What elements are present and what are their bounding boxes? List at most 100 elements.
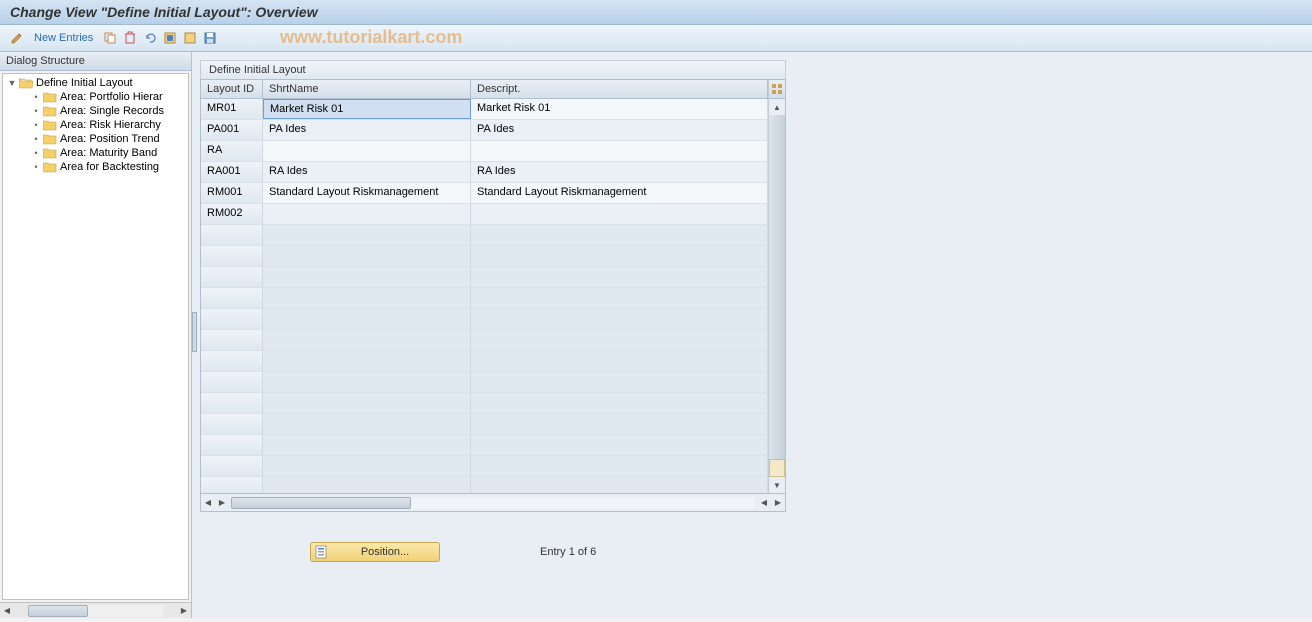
cell-short-name[interactable]: PA Ides <box>263 120 471 140</box>
tree-child-label: Area: Position Trend <box>60 133 160 145</box>
page-title: Change View "Define Initial Layout": Ove… <box>10 4 318 20</box>
title-bar: Change View "Define Initial Layout": Ove… <box>0 0 1312 25</box>
tree-root-node[interactable]: ▼ Define Initial Layout <box>3 76 188 90</box>
cell-short-name[interactable]: Standard Layout Riskmanagement <box>263 183 471 203</box>
tree-child-node[interactable]: • Area: Single Records <box>3 104 188 118</box>
scroll-left-icon[interactable]: ◀ <box>0 604 14 618</box>
cell-layout-id[interactable]: RM001 <box>201 183 263 203</box>
table-row-empty[interactable] <box>201 456 768 477</box>
table-body: MR01 Market Risk 01 Market Risk 01 PA001… <box>201 99 768 493</box>
scroll-track[interactable] <box>28 605 163 617</box>
col-short-name[interactable]: ShrtName <box>263 80 471 98</box>
tree-child-node[interactable]: • Area: Risk Hierarchy <box>3 118 188 132</box>
cell-short-name[interactable] <box>263 204 471 224</box>
scroll-up-icon[interactable]: ▲ <box>769 99 785 115</box>
table-hscrollbar[interactable]: ◀ ▶ ◀ ▶ <box>200 494 786 512</box>
scroll-track[interactable] <box>769 115 785 459</box>
table-header: Layout ID ShrtName Descript. <box>201 80 768 99</box>
table-row-empty[interactable] <box>201 330 768 351</box>
tree-child-node[interactable]: • Area for Backtesting <box>3 160 188 174</box>
tree-child-label: Area: Portfolio Hierar <box>60 91 163 103</box>
undo-icon[interactable] <box>141 29 159 47</box>
tree-collapse-icon[interactable]: ▼ <box>7 78 17 88</box>
col-layout-id[interactable]: Layout ID <box>201 80 263 98</box>
table-row-empty[interactable] <box>201 225 768 246</box>
new-entries-button[interactable]: New Entries <box>28 32 99 44</box>
delete-icon[interactable] <box>121 29 139 47</box>
folder-icon <box>43 119 57 131</box>
sidebar-header: Dialog Structure <box>0 52 191 71</box>
cell-descript[interactable]: Market Risk 01 <box>471 99 768 119</box>
cell-descript[interactable] <box>471 204 768 224</box>
col-descript[interactable]: Descript. <box>471 80 768 98</box>
folder-icon <box>43 161 57 173</box>
table-row-empty[interactable] <box>201 372 768 393</box>
cell-short-name[interactable] <box>263 141 471 161</box>
table-row[interactable]: MR01 Market Risk 01 Market Risk 01 <box>201 99 768 120</box>
toolbar: New Entries www.tutorialkart.com <box>0 25 1312 52</box>
cell-layout-id[interactable]: RA001 <box>201 162 263 182</box>
scroll-left-icon[interactable]: ◀ <box>201 496 215 510</box>
cell-layout-id[interactable]: MR01 <box>201 99 263 119</box>
scroll-track[interactable] <box>231 497 755 509</box>
tree-child-node[interactable]: • Area: Maturity Band <box>3 146 188 160</box>
tree-child-label: Area: Risk Hierarchy <box>60 119 161 131</box>
tree-bullet-icon: • <box>31 162 41 172</box>
scroll-left-icon[interactable]: ◀ <box>757 496 771 510</box>
cell-descript[interactable] <box>471 141 768 161</box>
table-row-empty[interactable] <box>201 477 768 493</box>
tree-child-node[interactable]: • Area: Position Trend <box>3 132 188 146</box>
sidebar-hscrollbar[interactable]: ◀ ▶ <box>0 602 191 618</box>
cell-layout-id[interactable]: PA001 <box>201 120 263 140</box>
cell-short-name[interactable]: RA Ides <box>263 162 471 182</box>
toggle-edit-icon[interactable] <box>8 29 26 47</box>
table-config-icon[interactable] <box>769 80 785 99</box>
cell-descript[interactable]: RA Ides <box>471 162 768 182</box>
table-row-empty[interactable] <box>201 267 768 288</box>
scroll-thumb[interactable] <box>231 497 411 509</box>
table-row-empty[interactable] <box>201 435 768 456</box>
tree: ▼ Define Initial Layout • Area: Portfoli… <box>2 73 189 600</box>
table-row[interactable]: RM002 <box>201 204 768 225</box>
tree-bullet-icon: • <box>31 120 41 130</box>
scroll-down-icon[interactable]: ▼ <box>769 477 785 493</box>
position-button[interactable]: Position... <box>310 542 440 562</box>
cell-descript[interactable]: Standard Layout Riskmanagement <box>471 183 768 203</box>
table-row[interactable]: RM001 Standard Layout Riskmanagement Sta… <box>201 183 768 204</box>
folder-icon <box>43 105 57 117</box>
table-row-empty[interactable] <box>201 309 768 330</box>
footer: Position... Entry 1 of 6 <box>310 542 1304 562</box>
tree-bullet-icon: • <box>31 92 41 102</box>
panel-title: Define Initial Layout <box>200 60 786 79</box>
table-row[interactable]: RA001 RA Ides RA Ides <box>201 162 768 183</box>
save-icon[interactable] <box>201 29 219 47</box>
scroll-marker[interactable] <box>769 459 785 477</box>
deselect-all-icon[interactable] <box>181 29 199 47</box>
table-vscrollbar[interactable]: ▲ ▼ <box>768 80 785 493</box>
table-row[interactable]: PA001 PA Ides PA Ides <box>201 120 768 141</box>
tree-child-label: Area: Maturity Band <box>60 147 157 159</box>
scroll-right-icon[interactable]: ▶ <box>771 496 785 510</box>
table-row[interactable]: RA <box>201 141 768 162</box>
folder-icon <box>43 147 57 159</box>
cell-short-name[interactable]: Market Risk 01 <box>263 99 471 119</box>
cell-layout-id[interactable]: RM002 <box>201 204 263 224</box>
copy-icon[interactable] <box>101 29 119 47</box>
scroll-thumb[interactable] <box>28 605 88 617</box>
table-row-empty[interactable] <box>201 414 768 435</box>
cell-descript[interactable]: PA Ides <box>471 120 768 140</box>
cell-layout-id[interactable]: RA <box>201 141 263 161</box>
scroll-thumb[interactable] <box>769 115 785 459</box>
table-main: Layout ID ShrtName Descript. MR01 Market… <box>201 80 768 493</box>
table-row-empty[interactable] <box>201 246 768 267</box>
scroll-right-icon[interactable]: ▶ <box>215 496 229 510</box>
scroll-right-icon[interactable]: ▶ <box>177 604 191 618</box>
content-area: Define Initial Layout Layout ID ShrtName… <box>192 52 1312 618</box>
select-all-icon[interactable] <box>161 29 179 47</box>
tree-child-node[interactable]: • Area: Portfolio Hierar <box>3 90 188 104</box>
table-row-empty[interactable] <box>201 288 768 309</box>
split-handle[interactable] <box>192 312 197 352</box>
table-row-empty[interactable] <box>201 351 768 372</box>
table-row-empty[interactable] <box>201 393 768 414</box>
tree-child-label: Area for Backtesting <box>60 161 159 173</box>
